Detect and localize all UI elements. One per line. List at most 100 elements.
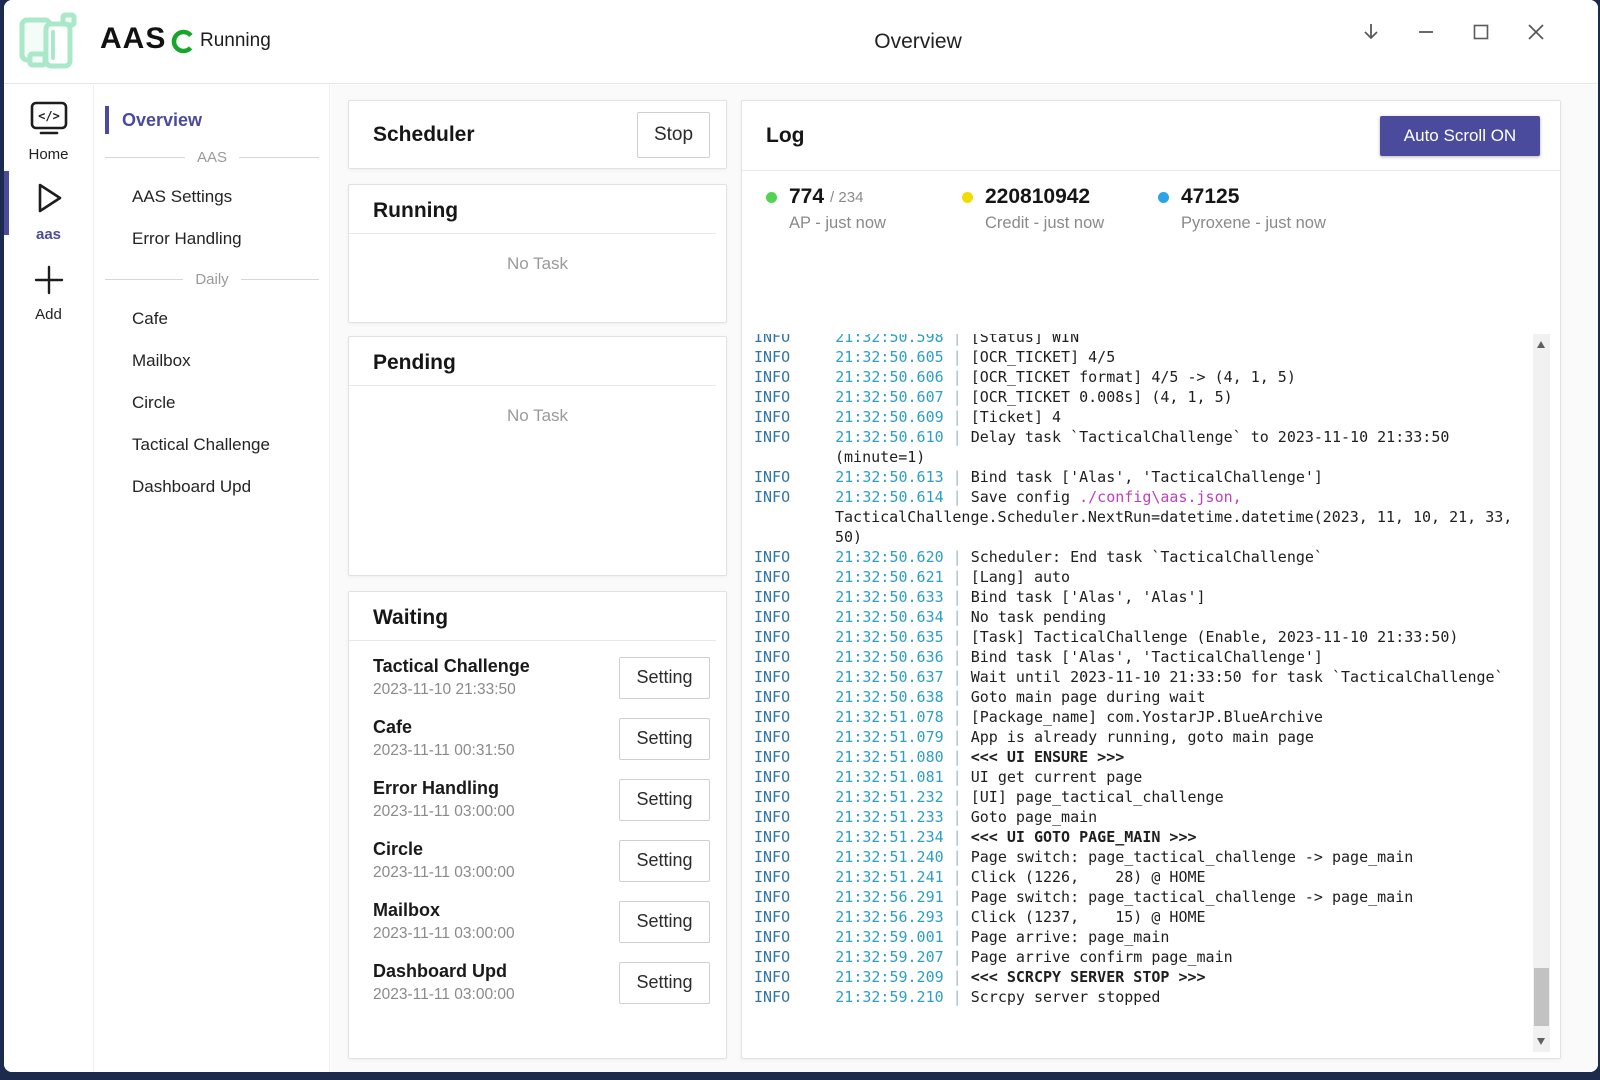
task-info: Mailbox2023-11-11 03:00:00 (373, 900, 619, 943)
log-message: Page arrive: page_main (971, 928, 1170, 946)
log-level: INFO (754, 708, 835, 726)
task-setting-button[interactable]: Setting (619, 962, 710, 1004)
log-time: 21:32:59.207 (835, 948, 943, 966)
log-time: 21:32:50.609 (835, 408, 943, 426)
log-level: INFO (754, 728, 835, 746)
log-message: Page switch: page_tactical_challenge -> … (971, 848, 1414, 866)
log-line: INFO 21:32:59.207 | Page arrive confirm … (754, 947, 1514, 967)
log-line: INFO 21:32:51.079 | App is already runni… (754, 727, 1514, 747)
log-time: 21:32:51.234 (835, 828, 943, 846)
maximize-icon[interactable] (1469, 20, 1493, 44)
log-level: INFO (754, 428, 835, 446)
task-next-run: 2023-11-11 03:00:00 (373, 864, 619, 882)
log-time: 21:32:50.614 (835, 488, 943, 506)
dashboard-stats: 774/ 234AP - just now220810942Credit - j… (766, 185, 1520, 233)
log-separator: | (944, 728, 971, 746)
task-next-run: 2023-11-11 00:31:50 (373, 742, 619, 760)
nav-item-dashboard-upd[interactable]: Dashboard Upd (95, 466, 329, 508)
log-level: INFO (754, 368, 835, 386)
log-level: INFO (754, 748, 835, 766)
log-time: 21:32:50.613 (835, 468, 943, 486)
log-line: INFO 21:32:51.080 | <<< UI ENSURE >>> (754, 747, 1514, 767)
nav-item-tactical-challenge[interactable]: Tactical Challenge (95, 424, 329, 466)
log-separator: | (944, 748, 971, 766)
log-line: INFO 21:32:51.232 | [UI] page_tactical_c… (754, 787, 1514, 807)
log-console[interactable]: INFO 21:32:50.598 | [Status] WININFO 21:… (754, 334, 1514, 1056)
log-line: INFO 21:32:50.637 | Wait until 2023-11-1… (754, 667, 1514, 687)
stat-dot-icon (1158, 192, 1169, 203)
log-time: 21:32:56.291 (835, 888, 943, 906)
log-time: 21:32:50.634 (835, 608, 943, 626)
task-info: Tactical Challenge2023-11-10 21:33:50 (373, 656, 619, 699)
log-time: 21:32:50.636 (835, 648, 943, 666)
log-separator: | (944, 888, 971, 906)
dashboard-stat: 220810942Credit - just now (962, 185, 1158, 233)
log-line: INFO 21:32:51.233 | Goto page_main (754, 807, 1514, 827)
rail-item-aas[interactable]: aas (4, 177, 93, 243)
nav-item-label: Mailbox (132, 351, 191, 371)
task-setting-button[interactable]: Setting (619, 779, 710, 821)
task-nav: OverviewAASAAS SettingsError HandlingDai… (95, 85, 330, 1072)
log-separator: | (944, 688, 971, 706)
stat-label: Credit - just now (985, 214, 1158, 233)
log-line: INFO 21:32:50.638 | Goto main page durin… (754, 687, 1514, 707)
log-message: Scrcpy server stopped (971, 988, 1161, 1006)
dashboard-stat: 47125Pyroxene - just now (1158, 185, 1354, 233)
task-setting-button[interactable]: Setting (619, 718, 710, 760)
auto-scroll-toggle[interactable]: Auto Scroll ON (1380, 116, 1540, 156)
log-separator: | (944, 948, 971, 966)
nav-item-cafe[interactable]: Cafe (95, 298, 329, 340)
log-message: <<< UI GOTO PAGE_MAIN >>> (971, 828, 1197, 846)
log-line: INFO 21:32:50.609 | [Ticket] 4 (754, 407, 1514, 427)
log-line: INFO 21:32:51.078 | [Package_name] com.Y… (754, 707, 1514, 727)
task-setting-button[interactable]: Setting (619, 901, 710, 943)
log-level: INFO (754, 588, 835, 606)
log-time: 21:32:59.210 (835, 988, 943, 1006)
scrollbar-up-icon[interactable] (1537, 341, 1545, 348)
minimize-icon[interactable] (1414, 20, 1438, 44)
nav-item-mailbox[interactable]: Mailbox (95, 340, 329, 382)
rail-item-add[interactable]: Add (4, 261, 93, 323)
svg-text:</>: </> (38, 109, 60, 123)
log-time: 21:32:51.079 (835, 728, 943, 746)
log-time: 21:32:51.078 (835, 708, 943, 726)
log-separator: | (944, 908, 971, 926)
log-time: 21:32:50.621 (835, 568, 943, 586)
log-separator: | (944, 808, 971, 826)
nav-item-circle[interactable]: Circle (95, 382, 329, 424)
log-time: 21:32:59.001 (835, 928, 943, 946)
rail-item-home[interactable]: </> Home (4, 85, 93, 163)
log-level: INFO (754, 848, 835, 866)
hide-to-tray-icon[interactable] (1359, 20, 1383, 44)
waiting-task-row: Error Handling2023-11-11 03:00:00Setting (373, 769, 710, 830)
task-setting-button[interactable]: Setting (619, 657, 710, 699)
task-info: Dashboard Upd2023-11-11 03:00:00 (373, 961, 619, 1004)
task-setting-button[interactable]: Setting (619, 840, 710, 882)
section-divider-line (241, 279, 319, 280)
log-message: [Task] TacticalChallenge (Enable, 2023-1… (971, 628, 1459, 646)
nav-item-overview[interactable]: Overview (95, 102, 329, 138)
log-message: Scheduler: End task `TacticalChallenge` (971, 548, 1323, 566)
log-time: 21:32:50.620 (835, 548, 943, 566)
nav-item-error-handling[interactable]: Error Handling (95, 218, 329, 260)
scrollbar-down-icon[interactable] (1537, 1038, 1545, 1045)
log-line: INFO 21:32:50.621 | [Lang] auto (754, 567, 1514, 587)
log-level: INFO (754, 568, 835, 586)
close-icon[interactable] (1524, 20, 1548, 44)
task-name: Circle (373, 839, 619, 860)
log-time: 21:32:50.605 (835, 348, 943, 366)
task-name: Dashboard Upd (373, 961, 619, 982)
log-separator: | (944, 868, 971, 886)
scrollbar-thumb[interactable] (1534, 968, 1549, 1026)
log-level: INFO (754, 668, 835, 686)
running-spinner-icon (170, 28, 197, 60)
stop-button[interactable]: Stop (637, 112, 710, 158)
scheduler-title: Scheduler (373, 123, 637, 147)
log-scrollbar[interactable] (1533, 334, 1550, 1052)
nav-item-aas-settings[interactable]: AAS Settings (95, 176, 329, 218)
log-time: 21:32:50.635 (835, 628, 943, 646)
task-name: Error Handling (373, 778, 619, 799)
log-line: INFO 21:32:50.636 | Bind task ['Alas', '… (754, 647, 1514, 667)
nav-item-label: Circle (132, 393, 175, 413)
log-separator: | (944, 928, 971, 946)
